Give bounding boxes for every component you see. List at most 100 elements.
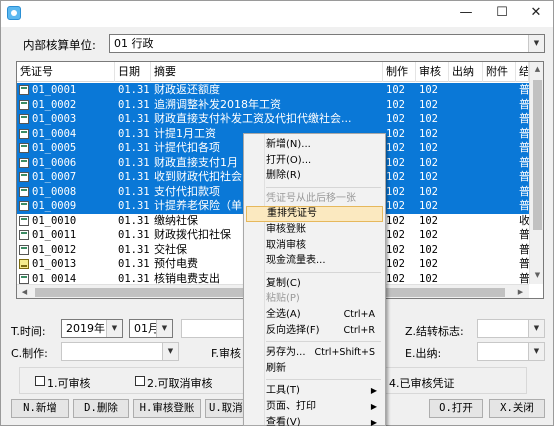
cell-maker: 102 [386, 98, 405, 111]
menu-item[interactable]: 反向选择(F) Ctrl+R [246, 323, 383, 339]
menu-separator [266, 341, 381, 343]
table-row[interactable]: 01_0001 01.31 财政返还额度 102 102 普 [17, 83, 529, 98]
menu-item[interactable]: 刷新 [246, 361, 383, 377]
menu-item-label: 现金流量表... [266, 255, 326, 267]
cell-status: 普 [519, 97, 529, 111]
scroll-up-icon[interactable]: ▲ [530, 62, 543, 77]
cell-status: 普 [519, 83, 529, 96]
menu-separator [266, 186, 381, 188]
column-header[interactable]: 审核 [416, 62, 449, 82]
cell-summary: 财政返还额度 [154, 83, 220, 96]
menu-item-label: 页面、打印 [266, 401, 316, 412]
menu-item[interactable]: 复制(C) [246, 276, 383, 292]
table-row[interactable]: 01_0002 01.31 追溯调整补发2018年工资 102 102 普 [17, 97, 529, 112]
cell-status: 普 [519, 155, 529, 169]
menu-item[interactable]: 全选(A) Ctrl+A [246, 307, 383, 323]
can-audit-checkbox[interactable] [35, 376, 45, 386]
chevron-down-icon[interactable]: ▼ [106, 320, 122, 337]
cell-maker: 102 [386, 258, 405, 270]
cell-no: 01_0004 [32, 127, 77, 140]
menu-item[interactable]: 新增(N)... [246, 137, 383, 153]
cell-summary: 追溯调整补发2018年工资 [154, 97, 281, 111]
year-select[interactable]: 2019年 ▼ [61, 319, 123, 338]
menu-item[interactable]: 重排凭证号 [246, 206, 383, 223]
column-header[interactable]: 结 [516, 62, 529, 82]
audit-post-button[interactable]: H.审核登账 [133, 399, 201, 418]
close-window-button[interactable]: ✕ [519, 1, 553, 25]
transfer-label: Z.结转标志: [405, 325, 464, 338]
audited-label: 4.已审核凭证 [389, 377, 455, 390]
cell-maker: 102 [386, 127, 405, 140]
menu-item[interactable]: 打开(O)... [246, 153, 383, 169]
cell-date: 01.31 [118, 229, 150, 241]
time-range-field[interactable] [181, 319, 244, 338]
submenu-arrow-icon: ▶ [370, 386, 377, 396]
cell-no: 01_0005 [32, 142, 77, 154]
cell-status: 普 [519, 257, 529, 270]
voucher-icon [19, 244, 29, 255]
menu-item-label: 工具(T) [266, 385, 300, 397]
can-cancel-audit-label: 2.可取消审核 [147, 377, 213, 390]
scroll-down-icon[interactable]: ▼ [530, 268, 543, 283]
column-header[interactable]: 附件 [483, 62, 516, 82]
minimize-button[interactable]: — [449, 1, 483, 25]
column-header[interactable]: 摘要 [151, 62, 383, 82]
column-header[interactable]: 凭证号 [17, 62, 115, 82]
column-header[interactable]: 出纳 [449, 62, 483, 82]
cell-date: 01.31 [118, 200, 150, 212]
menu-separator [266, 271, 381, 273]
scroll-left-icon[interactable]: ◀ [17, 285, 32, 298]
menu-item-label: 刷新 [266, 362, 286, 374]
voucher-icon [19, 85, 29, 95]
voucher-icon [19, 99, 29, 110]
menu-item-label: 反向选择(F) [266, 324, 320, 336]
menu-item[interactable]: 取消审核 [246, 238, 383, 254]
column-header[interactable]: 日期 [115, 62, 151, 82]
month-select[interactable]: 01月 ▼ [129, 319, 173, 338]
cashier-select[interactable]: ▼ [477, 342, 545, 361]
menu-item[interactable]: 现金流量表... [246, 253, 383, 269]
menu-item[interactable]: 工具(T) ▶ [246, 383, 383, 399]
maker-select[interactable]: ▼ [61, 342, 179, 361]
menu-item[interactable]: 删除(R) [246, 168, 383, 184]
cell-maker: 102 [386, 185, 405, 198]
cell-maker: 102 [386, 200, 405, 212]
cashier-label: E.出纳: [405, 347, 442, 360]
context-menu: 新增(N)... 打开(O)... 删除(R) 凭证号从此后移一张 重排凭证号 审核登账取… [243, 133, 386, 426]
unit-select[interactable]: 01 行政 ▼ [109, 34, 545, 53]
cell-auditor: 102 [419, 185, 438, 198]
cell-maker: 102 [386, 113, 405, 125]
column-header[interactable]: 制作 [383, 62, 416, 82]
chevron-down-icon[interactable]: ▼ [528, 343, 544, 360]
chevron-down-icon[interactable]: ▼ [162, 343, 178, 360]
close-button[interactable]: X.关闭 [489, 399, 545, 418]
maximize-button[interactable]: ☐ [485, 1, 519, 25]
open-button[interactable]: O.打开 [429, 399, 483, 418]
chevron-down-icon[interactable]: ▼ [156, 320, 172, 337]
can-cancel-audit-checkbox[interactable] [135, 376, 145, 386]
new-button[interactable]: N.新增 [11, 399, 69, 418]
cell-date: 01.31 [118, 185, 150, 198]
cell-date: 01.31 [118, 142, 150, 154]
menu-item-label: 打开(O)... [266, 154, 312, 166]
scroll-thumb[interactable] [533, 80, 542, 230]
menu-item[interactable]: 页面、打印 ▶ [246, 399, 383, 415]
menu-item[interactable]: 查看(V) ▶ [246, 415, 383, 426]
chevron-down-icon[interactable]: ▼ [528, 320, 544, 337]
delete-button[interactable]: D.删除 [73, 399, 129, 418]
menu-separator [266, 379, 381, 381]
cell-status: 普 [519, 228, 529, 241]
vertical-scrollbar[interactable]: ▲ ▼ [529, 62, 543, 284]
menu-shortcut: Ctrl+Shift+S [314, 347, 375, 359]
menu-item[interactable]: 审核登账 [246, 222, 383, 238]
cell-auditor: 102 [419, 127, 438, 140]
cell-no: 01_0010 [32, 214, 77, 227]
table-row[interactable]: 01_0003 01.31 财政直接支付补发工资及代扣代缴社会... 102 102 普 [17, 112, 529, 127]
title-bar: — ☐ ✕ [1, 1, 553, 27]
cell-maker: 102 [386, 214, 405, 227]
scroll-right-icon[interactable]: ▶ [513, 285, 528, 298]
menu-item-label: 查看(V) [266, 416, 301, 426]
transfer-select[interactable]: ▼ [477, 319, 545, 338]
menu-item[interactable]: 另存为... Ctrl+Shift+S [246, 345, 383, 361]
chevron-down-icon[interactable]: ▼ [528, 35, 544, 52]
